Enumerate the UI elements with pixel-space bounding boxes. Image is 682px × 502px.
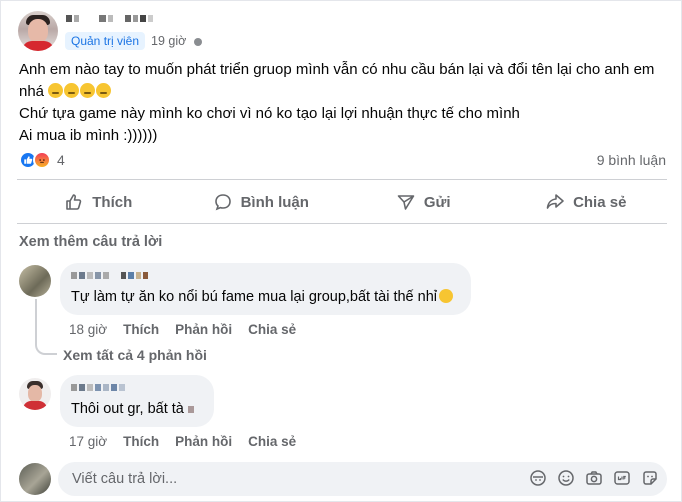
- comment-timestamp[interactable]: 17 giờ: [69, 434, 107, 449]
- post-action-bar: Thích Bình luận Gửi Chia sẻ: [17, 185, 667, 219]
- post-line-emoji: nhá: [19, 81, 669, 103]
- comment-reply-button[interactable]: Phản hồi: [175, 434, 232, 449]
- thumbs-up-icon: [66, 194, 82, 210]
- gif-icon[interactable]: [613, 469, 631, 487]
- commenter-avatar[interactable]: [19, 378, 51, 410]
- emoji-icon: [96, 83, 112, 98]
- reaction-count: 4: [57, 152, 65, 168]
- post-line: Ai mua ib mình :)))))): [19, 127, 158, 144]
- comment-count-link[interactable]: 9 bình luận: [597, 152, 666, 168]
- share-button[interactable]: Chia sẻ: [505, 185, 668, 219]
- emoji-icon: [80, 83, 96, 98]
- comment-like-button[interactable]: Thích: [123, 434, 159, 449]
- reply-input[interactable]: Viết câu trả lời...: [58, 462, 667, 496]
- admin-badge[interactable]: Quản trị viên: [65, 32, 146, 50]
- angry-reaction-icon: [33, 151, 51, 169]
- commenter-name-blurred[interactable]: [71, 272, 148, 279]
- emoji-icon[interactable]: [557, 469, 575, 487]
- thread-line: [35, 299, 37, 339]
- like-button[interactable]: Thích: [17, 185, 180, 219]
- author-name-blurred[interactable]: [66, 15, 153, 22]
- send-button[interactable]: Gửi: [342, 185, 505, 219]
- send-icon: [397, 195, 415, 210]
- comment-icon: [214, 194, 231, 211]
- laughing-emoji-icon: [439, 289, 453, 303]
- camera-icon[interactable]: [585, 469, 603, 487]
- comment-bubble: Tự làm tự ăn ko nổi bú fame mua lại grou…: [60, 263, 471, 315]
- author-avatar[interactable]: [18, 11, 58, 51]
- post-line: Anh em nào tay to muốn phát triển gruop …: [19, 61, 655, 78]
- post-card: Quản trị viên 19 giờ Anh em nào tay to m…: [0, 0, 682, 502]
- comment-meta: 18 giờ Thích Phản hồi Chia sẻ: [69, 322, 296, 337]
- comment-reply-button[interactable]: Phản hồi: [175, 322, 232, 337]
- see-more-replies-link[interactable]: Xem thêm câu trả lời: [19, 234, 162, 250]
- comment-timestamp[interactable]: 18 giờ: [69, 322, 107, 337]
- comment-text: Tự làm tự ăn ko nổi bú fame mua lại grou…: [71, 289, 453, 305]
- sticker-icon[interactable]: [641, 469, 659, 487]
- comment-share-button[interactable]: Chia sẻ: [248, 322, 296, 337]
- comment-text: Thôi out gr, bất tà: [71, 401, 194, 417]
- composer-tools: [529, 469, 659, 487]
- commenter-name-blurred[interactable]: [71, 384, 125, 391]
- thread-connector: [35, 337, 57, 355]
- divider: [17, 179, 667, 180]
- emoji-icon: [64, 83, 80, 98]
- audience-icon: [194, 38, 202, 46]
- emoji-icon: [48, 83, 64, 98]
- post-content: Anh em nào tay to muốn phát triển gruop …: [19, 59, 669, 147]
- comment-like-button[interactable]: Thích: [123, 322, 159, 337]
- post-line: Chứ tựa game này mình ko chơi vì nó ko t…: [19, 105, 520, 122]
- comment-button[interactable]: Bình luận: [180, 185, 343, 219]
- commenter-avatar[interactable]: [19, 265, 51, 297]
- view-all-replies-link[interactable]: Xem tất cả 4 phản hồi: [63, 347, 207, 363]
- reply-placeholder[interactable]: Viết câu trả lời...: [72, 471, 177, 487]
- current-user-avatar[interactable]: [19, 463, 51, 495]
- comment-share-button[interactable]: Chia sẻ: [248, 434, 296, 449]
- reaction-summary[interactable]: 4: [19, 151, 65, 169]
- comment-meta: 17 giờ Thích Phản hồi Chia sẻ: [69, 434, 296, 449]
- share-icon: [546, 194, 564, 209]
- avatar-sticker-icon[interactable]: [529, 469, 547, 487]
- post-timestamp[interactable]: 19 giờ: [151, 34, 186, 48]
- comment-bubble: Thôi out gr, bất tà: [60, 375, 214, 427]
- divider: [17, 223, 667, 224]
